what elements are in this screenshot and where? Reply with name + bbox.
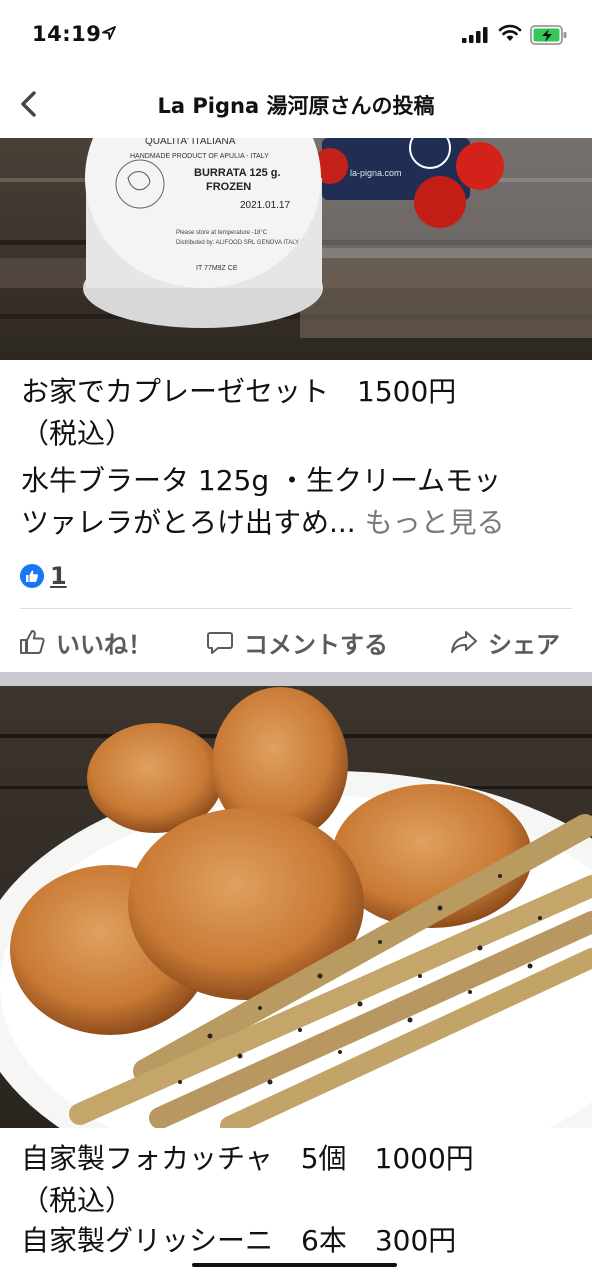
status-time: 14:19 — [32, 22, 102, 46]
post2-line1: 自家製フォカッチャ 5個 1000円 — [21, 1142, 474, 1175]
like-reaction-icon — [20, 564, 44, 588]
action-bar: いいね！ コメントする シェア — [0, 620, 592, 666]
comment-button-label: コメントする — [244, 630, 388, 659]
photo-label-site: la-pigna.com — [350, 168, 402, 178]
divider — [20, 608, 572, 609]
post1-line4-row: ツァレラがとろけ出すめ... もっと見る — [21, 502, 581, 544]
comment-bubble-icon — [207, 632, 233, 654]
photo-label-expiry: 2021.01.17 — [240, 200, 290, 211]
location-arrow-icon — [102, 26, 116, 40]
post1-line4: ツァレラがとろけ出すめ... — [21, 506, 356, 539]
see-more-link[interactable]: もっと見る — [365, 506, 505, 539]
photo-label-product: BURRATA 125 g. — [194, 167, 281, 179]
svg-text:Distributed by: ALIFOOD SRL GE: Distributed by: ALIFOOD SRL GENOVA ITALY — [176, 240, 299, 246]
wifi-icon — [498, 24, 522, 41]
reaction-summary[interactable]: 1 — [20, 562, 67, 590]
post-separator — [0, 672, 592, 686]
post1-line3: 水牛ブラータ 125g ・生クリームモッ — [21, 464, 502, 497]
battery-charging-icon — [530, 25, 567, 45]
post1-line2: （税込） — [21, 417, 134, 450]
svg-text:Please store at temperature -1: Please store at temperature -18°C — [176, 230, 268, 236]
post1-body: 水牛ブラータ 125g ・生クリームモッ ツァレラがとろけ出すめ... もっと見… — [21, 460, 581, 544]
photo-label-sub: HANDMADE PRODUCT OF APULIA - ITALY — [130, 153, 269, 160]
nav-bar: La Pigna 湯河原さんの投稿 — [0, 70, 592, 138]
share-button-label: シェア — [488, 630, 560, 659]
post1-title: お家でカプレーゼセット 1500円 （税込） — [21, 371, 581, 455]
post-photo-focaccia[interactable] — [0, 686, 592, 1128]
post2-body: 自家製グリッシーニ 6本 300円 — [21, 1220, 581, 1262]
photo-label-frozen: FROZEN — [206, 181, 251, 193]
svg-text:IT 77M9Z CE: IT 77M9Z CE — [196, 265, 238, 272]
comment-button[interactable]: コメントする — [206, 620, 388, 664]
photo-label-brand: QUALITA' ITALIANA — [145, 138, 236, 147]
reaction-count[interactable]: 1 — [50, 562, 67, 590]
post-photo-burrata[interactable]: QUALITA' ITALIANA HANDMADE PRODUCT OF AP… — [0, 138, 592, 360]
status-bar: 14:19 — [0, 0, 592, 70]
cellular-signal-icon — [462, 27, 488, 43]
post2-line2: （税込） — [21, 1184, 134, 1217]
share-arrow-icon — [451, 631, 477, 653]
thumbs-up-icon — [20, 630, 45, 654]
post1-line1: お家でカプレーゼセット 1500円 — [21, 375, 457, 408]
like-button-label: いいね！ — [56, 630, 152, 659]
post2-title: 自家製フォカッチャ 5個 1000円 （税込） — [21, 1138, 581, 1222]
like-button[interactable]: いいね！ — [18, 620, 152, 664]
text-underline — [192, 1263, 397, 1267]
share-button[interactable]: シェア — [450, 620, 560, 664]
page-title: La Pigna 湯河原さんの投稿 — [157, 94, 435, 118]
post2-line3: 自家製グリッシーニ 6本 300円 — [21, 1224, 457, 1257]
